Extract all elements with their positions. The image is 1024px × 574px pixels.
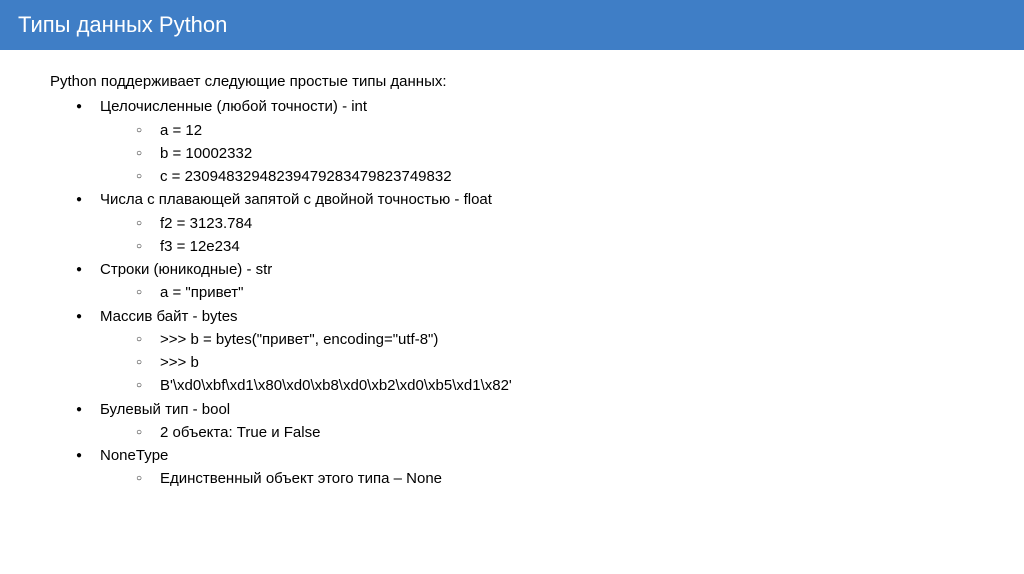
list-item: Строки (юникодные) - str a = "привет"	[80, 258, 974, 305]
sub-list: >>> b = bytes("привет", encoding="utf-8"…	[100, 328, 974, 398]
list-item-label: Строки (юникодные) - str	[100, 261, 272, 278]
type-list: Целочисленные (любой точности) - int a = …	[50, 95, 974, 490]
sub-list-item: c = 23094832948239479283479823749832	[140, 165, 974, 188]
list-item-label: NoneType	[100, 447, 168, 464]
sub-list-item: a = "привет"	[140, 281, 974, 304]
sub-list: Единственный объект этого типа – None	[100, 467, 974, 490]
list-item: Числа с плавающей запятой с двойной точн…	[80, 188, 974, 258]
sub-list-item: 2 объекта: True и False	[140, 421, 974, 444]
sub-list-item: >>> b = bytes("привет", encoding="utf-8"…	[140, 328, 974, 351]
slide-header: Типы данных Python	[0, 0, 1024, 50]
list-item-label: Числа с плавающей запятой с двойной точн…	[100, 191, 492, 208]
sub-list: f2 = 3123.784f3 = 12e234	[100, 212, 974, 259]
list-item: NoneType Единственный объект этого типа –…	[80, 444, 974, 491]
list-item: Целочисленные (любой точности) - int a = …	[80, 95, 974, 188]
sub-list-item: f2 = 3123.784	[140, 212, 974, 235]
sub-list-item: B'\xd0\xbf\xd1\x80\xd0\xb8\xd0\xb2\xd0\x…	[140, 374, 974, 397]
list-item-label: Булевый тип - bool	[100, 401, 230, 418]
list-item: Булевый тип - bool 2 объекта: True и Fals…	[80, 398, 974, 445]
list-item-label: Массив байт - bytes	[100, 308, 238, 325]
intro-text: Python поддерживает следующие простые ти…	[50, 70, 974, 93]
sub-list-item: f3 = 12e234	[140, 235, 974, 258]
sub-list: 2 объекта: True и False	[100, 421, 974, 444]
sub-list: a = "привет"	[100, 281, 974, 304]
slide-content: Python поддерживает следующие простые ти…	[0, 50, 1024, 511]
slide-title: Типы данных Python	[18, 12, 227, 37]
sub-list-item: >>> b	[140, 351, 974, 374]
sub-list: a = 12b = 10002332c = 230948329482394792…	[100, 119, 974, 189]
list-item-label: Целочисленные (любой точности) - int	[100, 98, 367, 115]
list-item: Массив байт - bytes >>> b = bytes("привет…	[80, 305, 974, 398]
sub-list-item: b = 10002332	[140, 142, 974, 165]
sub-list-item: Единственный объект этого типа – None	[140, 467, 974, 490]
sub-list-item: a = 12	[140, 119, 974, 142]
